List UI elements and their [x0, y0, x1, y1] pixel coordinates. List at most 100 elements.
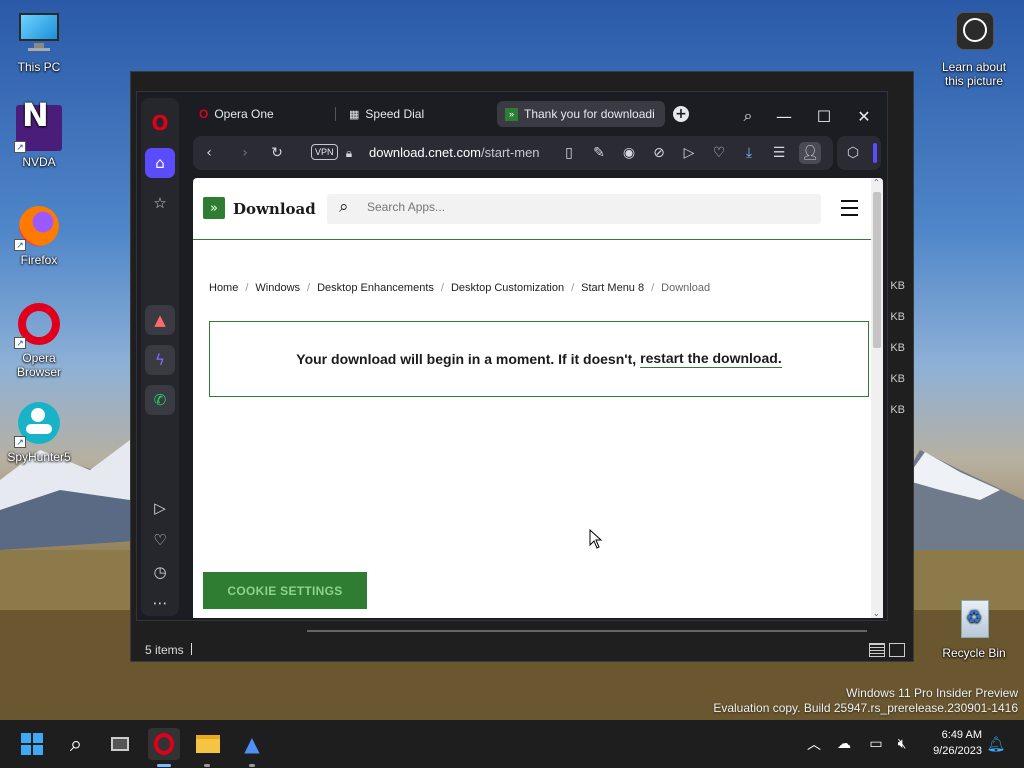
- history-icon[interactable]: ◷: [145, 557, 175, 587]
- start-windows-icon[interactable]: [16, 728, 48, 760]
- taskbar: ⌕ ▲ ︿ ☁ ▭ 🔇︎ 6:49 AM 9/26/2023 🔔︎: [0, 720, 1024, 768]
- details-view-icon[interactable]: [869, 643, 885, 657]
- tab-thank-you[interactable]: » Thank you for downloadi: [497, 101, 665, 127]
- breadcrumb-desktop-enhancements[interactable]: Desktop Enhancements: [317, 282, 434, 294]
- search-box[interactable]: ⌕: [327, 194, 821, 224]
- desktop-icon-label: This PC: [17, 60, 61, 74]
- breadcrumb-start-menu-8[interactable]: Start Menu 8: [581, 282, 644, 294]
- breadcrumb-desktop-customization[interactable]: Desktop Customization: [451, 282, 564, 294]
- running-indicator: [204, 764, 210, 767]
- clock-time[interactable]: 6:49 AM: [920, 729, 982, 741]
- reload-icon[interactable]: ↻: [267, 143, 287, 163]
- windows-watermark: Windows 11 Pro Insider Preview Evaluatio…: [713, 686, 1018, 716]
- scroll-down-icon[interactable]: ⌄: [873, 609, 880, 618]
- clock-date[interactable]: 9/26/2023: [916, 745, 982, 757]
- tab-label: Speed Dial: [365, 107, 425, 121]
- download-icon[interactable]: ⤓: [739, 143, 759, 163]
- restart-download-link[interactable]: restart the download.: [640, 350, 782, 368]
- star-icon[interactable]: ☆: [145, 188, 175, 218]
- adblock-icon[interactable]: ⊘: [649, 143, 669, 163]
- tab-opera-one[interactable]: O Opera One: [191, 101, 331, 127]
- settings-sliders-icon[interactable]: ☰: [769, 143, 789, 163]
- desktop-icon-spyhunter[interactable]: ↗ SpyHunter5: [1, 400, 77, 464]
- lock-icon[interactable]: 🔒︎: [339, 143, 359, 163]
- breadcrumb-download: Download: [661, 282, 711, 294]
- shortcut-arrow-icon: ↗: [14, 337, 26, 349]
- reader-icon[interactable]: ▯: [559, 143, 579, 163]
- onedrive-icon[interactable]: ☁: [828, 728, 860, 760]
- running-indicator: [249, 764, 255, 767]
- cnet-download-icon: »: [505, 107, 518, 121]
- camera-icon[interactable]: ◉: [619, 143, 639, 163]
- send-icon[interactable]: ▷: [679, 143, 699, 163]
- spyhunter-icon: ↗: [14, 400, 62, 448]
- player-icon[interactable]: ▷: [145, 493, 175, 523]
- watermark-line1: Windows 11 Pro Insider Preview: [846, 686, 1018, 700]
- back-icon[interactable]: ‹: [199, 143, 219, 163]
- search-input[interactable]: [367, 200, 787, 214]
- file-size: KB: [890, 342, 905, 354]
- new-tab-button[interactable]: +: [673, 106, 689, 122]
- desktop-icon-recycle-bin[interactable]: ♻ Recycle Bin: [936, 596, 1012, 660]
- explorer-scrollbar[interactable]: [307, 630, 867, 632]
- home-icon[interactable]: ⌂: [145, 148, 175, 178]
- desktop-icon-label: Opera Browser: [16, 351, 61, 379]
- url-path: /start-men: [481, 145, 540, 160]
- heart-icon[interactable]: ♡: [709, 143, 729, 163]
- speed-dial-icon: ▦: [349, 108, 360, 121]
- spyhunter-taskbar-icon[interactable]: ▲: [236, 728, 268, 760]
- close-button[interactable]: ✕: [849, 104, 879, 128]
- tab-label: Opera One: [214, 107, 274, 121]
- desktop-icon-this-pc[interactable]: This PC: [1, 10, 77, 74]
- notification-bell-icon[interactable]: 🔔︎: [980, 728, 1012, 760]
- whatsapp-icon[interactable]: ✆: [145, 385, 175, 415]
- explorer-status-items: 5 items: [145, 643, 184, 657]
- page-scrollbar[interactable]: ⌃ ⌄: [871, 178, 883, 618]
- file-explorer-icon[interactable]: [192, 728, 224, 760]
- opera-browser-window[interactable]: O ⌂ ☆ ▲ ϟ ✆ ▷ ♡ ◷ ⋯ O Opera One ▦ Speed …: [136, 91, 888, 621]
- opera-taskbar-icon[interactable]: [148, 728, 180, 760]
- desktop-icon-opera[interactable]: ↗ Opera Browser: [1, 301, 77, 379]
- search-icon[interactable]: ⌕: [60, 728, 92, 760]
- address-bar: ‹ › ↻ VPN 🔒︎ download.cnet.com/start-men…: [193, 136, 833, 170]
- breadcrumb-home[interactable]: Home: [209, 282, 238, 294]
- web-page: » Download ⌕ Home/Windows/Desktop Enhanc…: [193, 178, 883, 618]
- opera-menu-logo-icon[interactable]: O: [145, 108, 175, 138]
- tab-speed-dial[interactable]: ▦ Speed Dial: [341, 101, 481, 127]
- breadcrumb: Home / Windows / Desktop Enhancements / Deskto…: [209, 282, 711, 294]
- heart-icon[interactable]: ♡: [145, 525, 175, 555]
- maximize-button[interactable]: ☐: [809, 104, 839, 128]
- profile-icon[interactable]: 👤︎: [799, 142, 821, 164]
- site-logo-text[interactable]: Download: [233, 200, 316, 218]
- url-field[interactable]: download.cnet.com/start-men: [369, 145, 540, 160]
- hamburger-menu-icon[interactable]: [841, 200, 858, 216]
- vpn-badge[interactable]: VPN: [311, 144, 338, 160]
- chevron-up-icon[interactable]: ︿: [798, 728, 830, 760]
- active-indicator: [157, 764, 171, 767]
- desktop-icon-nvda[interactable]: N ↗ NVDA: [1, 99, 77, 169]
- edit-icon[interactable]: ✎: [589, 143, 609, 163]
- tab-divider: [335, 107, 336, 121]
- search-tabs-icon[interactable]: ⌕: [733, 104, 763, 128]
- scrollbar-thumb[interactable]: [873, 192, 881, 348]
- minimize-button[interactable]: —: [769, 104, 799, 128]
- watermark-line2: Evaluation copy. Build 25947.rs_prerelea…: [713, 701, 1018, 715]
- breadcrumb-windows[interactable]: Windows: [255, 282, 300, 294]
- forward-icon[interactable]: ›: [235, 143, 255, 163]
- extensions-cube-icon[interactable]: ⬡: [843, 143, 863, 163]
- download-logo-icon[interactable]: »: [203, 197, 225, 219]
- notice-text: Your download will begin in a moment. If…: [296, 351, 637, 367]
- messenger-icon[interactable]: ϟ: [145, 345, 175, 375]
- volume-muted-icon[interactable]: 🔇︎: [886, 728, 918, 760]
- download-notice: Your download will begin in a moment. If…: [209, 321, 869, 397]
- aria-icon[interactable]: ▲: [145, 305, 175, 335]
- tiles-view-icon[interactable]: [889, 643, 905, 657]
- scroll-up-icon[interactable]: ⌃: [873, 178, 880, 187]
- opera-logo-icon: O: [199, 107, 209, 121]
- more-icon[interactable]: ⋯: [145, 588, 175, 618]
- desktop-icon-firefox[interactable]: ↗ Firefox: [1, 203, 77, 267]
- cookie-settings-button[interactable]: COOKIE SETTINGS: [203, 572, 367, 609]
- task-view-icon[interactable]: [104, 728, 136, 760]
- desktop-icon-learn-picture[interactable]: Learn about this picture: [936, 10, 1012, 88]
- file-size: KB: [890, 373, 905, 385]
